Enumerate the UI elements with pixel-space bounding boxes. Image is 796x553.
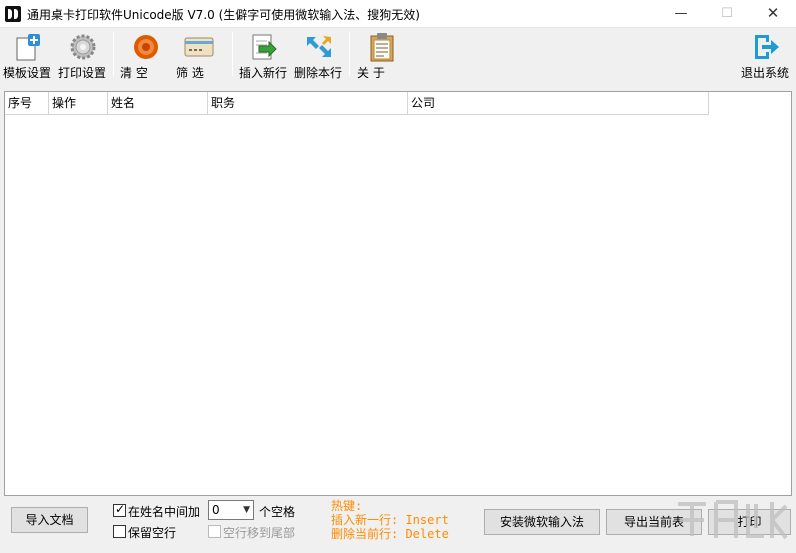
import-document-button[interactable]: 导入文档 — [11, 507, 88, 533]
about-label: 关 于 — [357, 66, 385, 80]
move-empty-to-end-label: 空行移到尾部 — [223, 526, 296, 540]
print-settings-label: 打印设置 — [58, 66, 107, 80]
hotkeys-hint: 热键: 插入新一行: Insert 删除当前行: Delete — [331, 499, 449, 541]
column-header-name[interactable]: 姓名 — [108, 92, 208, 115]
column-header-company[interactable]: 公司 — [408, 92, 709, 115]
toolbar-separator — [349, 32, 350, 76]
clipboard-icon — [370, 33, 394, 62]
column-header-action[interactable]: 操作 — [49, 92, 108, 115]
maximize-button[interactable]: ☐ — [704, 0, 750, 28]
data-grid[interactable]: 序号 操作 姓名 职务 公司 — [4, 91, 792, 496]
window-title: 通用桌卡打印软件Unicode版 V7.0 (生僻字可使用微软输入法、搜狗无效) — [27, 8, 420, 22]
keep-empty-rows-label: 保留空行 — [128, 526, 177, 540]
exit-button[interactable]: 退出系统 — [741, 30, 793, 80]
document-plus-icon — [16, 34, 40, 61]
arrows-icon — [307, 36, 331, 57]
grid-header: 序号 操作 姓名 职务 公司 — [5, 92, 709, 115]
gear-icon — [70, 34, 96, 60]
delete-row-label: 删除本行 — [294, 66, 343, 80]
template-settings-button[interactable]: 模板设置 — [3, 30, 55, 80]
insert-in-name-checkbox[interactable] — [113, 502, 126, 517]
toolbar-separator — [232, 32, 233, 76]
spaces-count-select[interactable]: 0 ▼ — [208, 500, 254, 520]
filter-label: 筛 选 — [176, 66, 204, 80]
document-arrow-icon — [252, 34, 277, 60]
red-disc-icon — [134, 35, 158, 59]
install-ime-button[interactable]: 安装微软输入法 — [484, 509, 600, 535]
close-button[interactable]: ✕ — [750, 0, 796, 28]
spaces-suffix-label: 个空格 — [259, 505, 296, 519]
template-settings-label: 模板设置 — [3, 66, 52, 80]
app-logo-icon — [5, 6, 21, 22]
print-button[interactable]: 打印 — [708, 509, 791, 535]
card-icon — [184, 37, 214, 57]
delete-row-button[interactable]: 删除本行 — [294, 30, 346, 80]
export-table-button[interactable]: 导出当前表 — [606, 509, 702, 535]
insert-row-label: 插入新行 — [239, 66, 288, 80]
spaces-count-value: 0 — [212, 503, 220, 517]
exit-label: 退出系统 — [741, 66, 790, 80]
title-bar: 通用桌卡打印软件Unicode版 V7.0 (生僻字可使用微软输入法、搜狗无效)… — [0, 0, 796, 28]
insert-in-name-label: 在姓名中间加 — [128, 505, 201, 519]
keep-empty-rows-checkbox[interactable] — [113, 525, 126, 538]
clear-label: 清 空 — [120, 66, 148, 80]
column-header-position[interactable]: 职务 — [208, 92, 408, 115]
clear-button[interactable]: 清 空 — [120, 30, 172, 80]
minimize-button[interactable]: — — [658, 0, 704, 28]
chevron-down-icon: ▼ — [243, 505, 250, 515]
insert-row-button[interactable]: 插入新行 — [239, 30, 291, 80]
bottom-bar: 导入文档 在姓名中间加 0 ▼ 个空格 保留空行 空行移到尾部 热键: 插入新一… — [0, 496, 796, 553]
toolbar: 模板设置 打印设置 清 空 筛 选 插入新行 删除本行 关 于 退出系统 — [0, 28, 796, 80]
filter-button[interactable]: 筛 选 — [176, 30, 228, 80]
about-button[interactable]: 关 于 — [357, 30, 409, 80]
toolbar-separator — [113, 32, 114, 76]
print-settings-button[interactable]: 打印设置 — [58, 30, 110, 80]
move-empty-to-end-checkbox[interactable] — [208, 525, 221, 538]
column-header-index[interactable]: 序号 — [5, 92, 49, 115]
exit-door-icon — [755, 35, 779, 59]
